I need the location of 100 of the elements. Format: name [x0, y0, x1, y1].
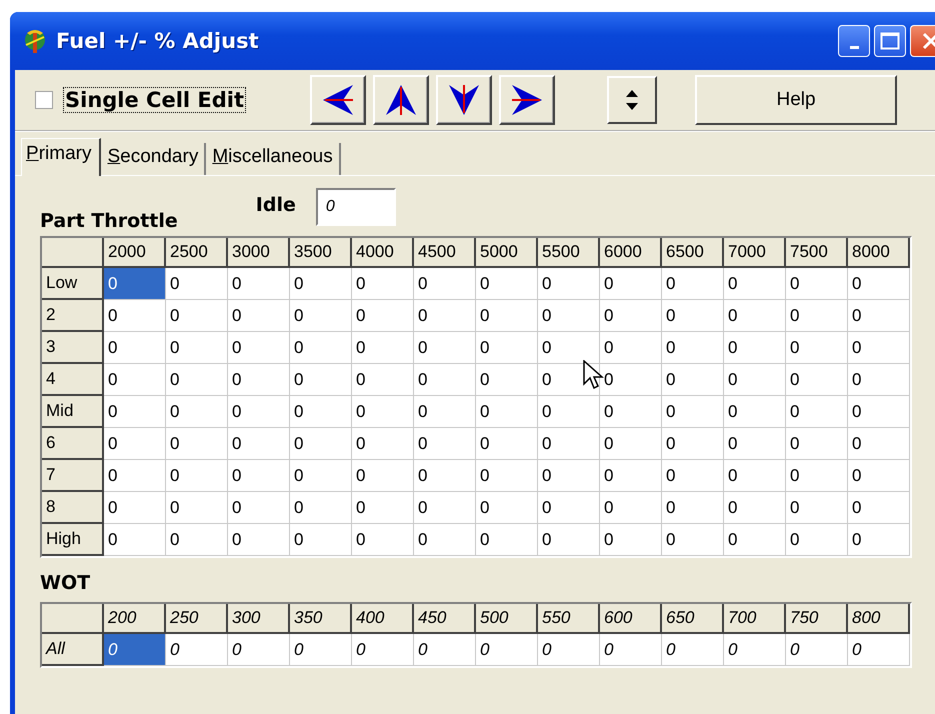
table-cell[interactable]: 0 [786, 524, 848, 556]
table-cell[interactable]: 0 [414, 460, 476, 492]
table-cell[interactable]: 0 [538, 332, 600, 364]
table-cell[interactable]: 0 [290, 492, 352, 524]
tab[interactable]: Primary [21, 138, 102, 176]
table-cell[interactable]: 0 [166, 396, 228, 428]
table-cell[interactable]: 0 [414, 524, 476, 556]
table-cell[interactable]: 0 [290, 634, 352, 666]
table-cell[interactable]: 0 [538, 300, 600, 332]
table-cell[interactable]: 0 [166, 332, 228, 364]
table-cell[interactable]: 0 [228, 364, 290, 396]
table-cell[interactable]: 0 [786, 268, 848, 300]
table-cell[interactable]: 0 [786, 396, 848, 428]
table-cell[interactable]: 0 [724, 460, 786, 492]
right-arrow-button[interactable] [499, 75, 556, 125]
table-cell[interactable]: 0 [786, 364, 848, 396]
table-cell[interactable]: 0 [600, 332, 662, 364]
table-cell[interactable]: 0 [352, 634, 414, 666]
table-cell[interactable]: 0 [600, 460, 662, 492]
table-cell[interactable]: 0 [414, 428, 476, 460]
table-cell[interactable]: 0 [352, 428, 414, 460]
table-cell[interactable]: 0 [662, 300, 724, 332]
table-cell[interactable]: 0 [786, 492, 848, 524]
table-cell[interactable]: 0 [724, 524, 786, 556]
table-cell[interactable]: 0 [290, 428, 352, 460]
table-cell[interactable]: 0 [104, 524, 166, 556]
table-cell[interactable]: 0 [476, 492, 538, 524]
table-cell[interactable]: 0 [476, 364, 538, 396]
checkbox[interactable] [35, 91, 53, 109]
table-cell[interactable]: 0 [724, 492, 786, 524]
table-cell[interactable]: 0 [662, 332, 724, 364]
table-cell[interactable]: 0 [476, 460, 538, 492]
tab[interactable]: Miscellaneous [206, 143, 341, 175]
table-cell[interactable]: 0 [290, 364, 352, 396]
table-cell[interactable]: 0 [228, 492, 290, 524]
table-cell[interactable]: 0 [476, 300, 538, 332]
table-cell[interactable]: 0 [476, 524, 538, 556]
table-cell[interactable]: 0 [352, 524, 414, 556]
table-cell[interactable]: 0 [724, 332, 786, 364]
table-cell[interactable]: 0 [538, 524, 600, 556]
maximize-button[interactable] [874, 25, 906, 57]
table-cell[interactable]: 0 [104, 364, 166, 396]
table-cell[interactable]: 0 [600, 300, 662, 332]
table-cell[interactable]: 0 [228, 300, 290, 332]
table-cell[interactable]: 0 [848, 460, 910, 492]
table-cell[interactable]: 0 [848, 268, 910, 300]
table-cell[interactable]: 0 [724, 428, 786, 460]
table-cell[interactable]: 0 [414, 300, 476, 332]
table-cell[interactable]: 0 [228, 268, 290, 300]
table-cell[interactable]: 0 [786, 332, 848, 364]
checkbox-label[interactable]: Single Cell Edit [63, 87, 246, 113]
table-cell[interactable]: 0 [724, 268, 786, 300]
table-cell[interactable]: 0 [166, 460, 228, 492]
table-cell[interactable]: 0 [352, 268, 414, 300]
table-cell[interactable]: 0 [662, 634, 724, 666]
table-cell[interactable]: 0 [848, 364, 910, 396]
table-cell[interactable]: 0 [662, 268, 724, 300]
table-cell[interactable]: 0 [600, 634, 662, 666]
table-cell[interactable]: 0 [352, 492, 414, 524]
table-cell[interactable]: 0 [104, 428, 166, 460]
table-cell[interactable]: 0 [662, 524, 724, 556]
tab[interactable]: Secondary [101, 143, 206, 175]
table-cell[interactable]: 0 [538, 634, 600, 666]
left-arrow-button[interactable] [310, 75, 366, 125]
table-cell[interactable]: 0 [662, 492, 724, 524]
table-cell[interactable]: 0 [662, 364, 724, 396]
table-cell[interactable]: 0 [662, 428, 724, 460]
table-cell[interactable]: 0 [104, 332, 166, 364]
table-cell[interactable]: 0 [166, 268, 228, 300]
table-cell[interactable]: 0 [104, 396, 166, 428]
table-cell[interactable]: 0 [848, 492, 910, 524]
table-cell[interactable]: 0 [538, 492, 600, 524]
table-cell[interactable]: 0 [414, 332, 476, 364]
table-cell[interactable]: 0 [724, 300, 786, 332]
table-cell[interactable]: 0 [228, 396, 290, 428]
table-cell[interactable]: 0 [476, 428, 538, 460]
table-cell[interactable]: 0 [352, 364, 414, 396]
table-cell[interactable]: 0 [786, 634, 848, 666]
table-cell[interactable]: 0 [166, 634, 228, 666]
table-cell[interactable]: 0 [662, 396, 724, 428]
table-cell[interactable]: 0 [290, 460, 352, 492]
table-cell[interactable]: 0 [166, 364, 228, 396]
table-cell[interactable]: 0 [724, 634, 786, 666]
table-cell[interactable]: 0 [724, 364, 786, 396]
table-cell[interactable]: 0 [414, 364, 476, 396]
table-cell[interactable]: 0 [352, 332, 414, 364]
table-cell[interactable]: 0 [104, 300, 166, 332]
table-cell[interactable]: 0 [600, 492, 662, 524]
table-cell[interactable]: 0 [290, 300, 352, 332]
table-cell[interactable]: 0 [352, 460, 414, 492]
table-cell[interactable]: 0 [290, 268, 352, 300]
table-cell[interactable]: 0 [600, 524, 662, 556]
table-cell[interactable]: 0 [724, 396, 786, 428]
table-cell[interactable]: 0 [104, 634, 166, 666]
table-cell[interactable]: 0 [848, 396, 910, 428]
table-cell[interactable]: 0 [352, 300, 414, 332]
table-cell[interactable]: 0 [848, 332, 910, 364]
help-button[interactable]: Help [695, 75, 898, 125]
table-cell[interactable]: 0 [104, 268, 166, 300]
table-cell[interactable]: 0 [228, 524, 290, 556]
